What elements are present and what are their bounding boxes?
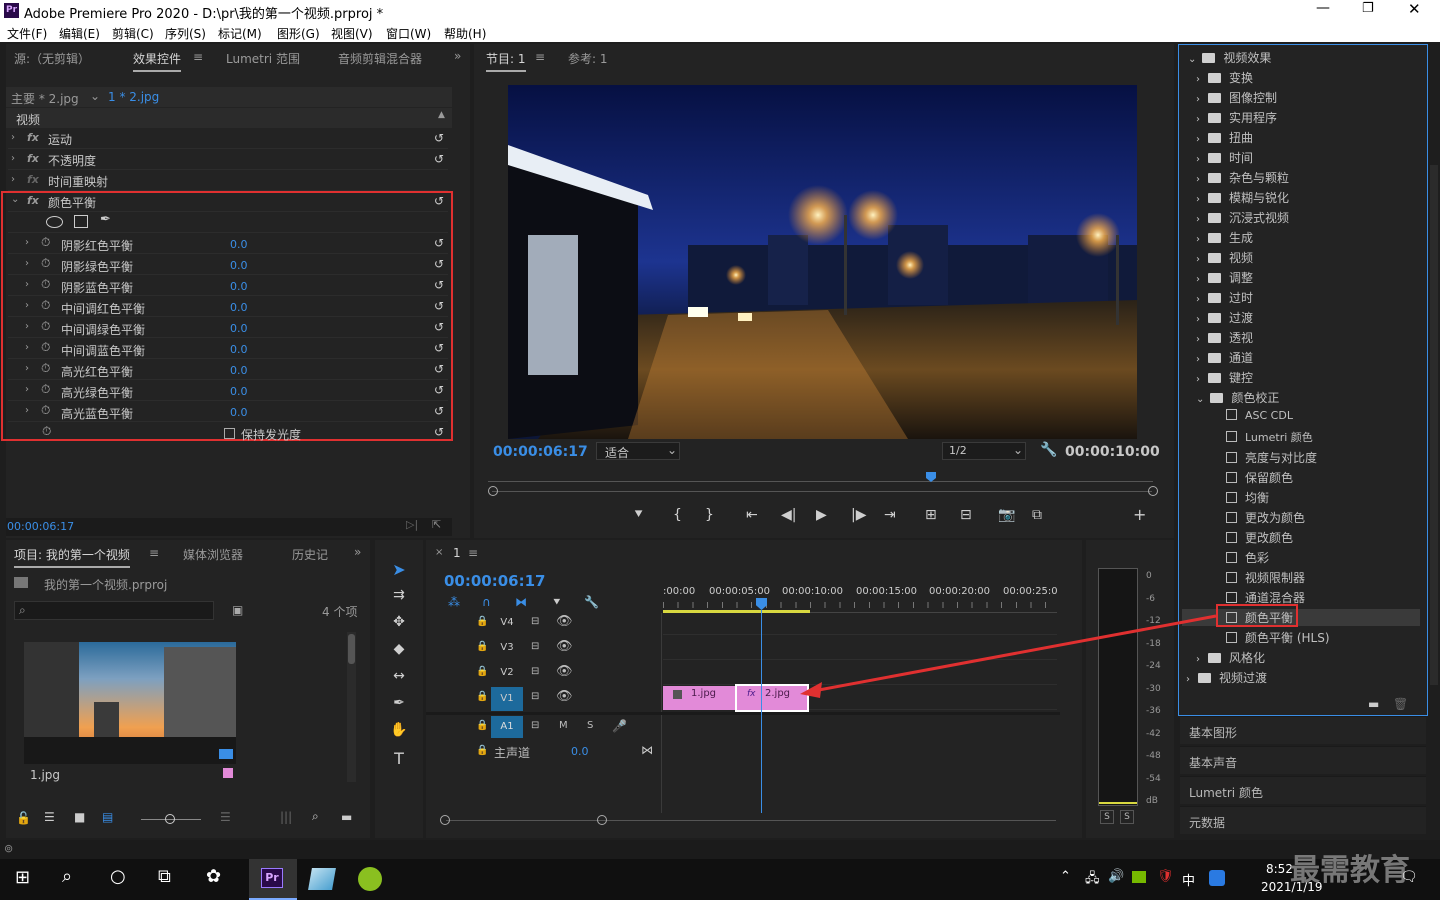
premiere-taskbar-icon[interactable]: Pr bbox=[249, 859, 297, 900]
photo-app-icon[interactable] bbox=[308, 868, 336, 890]
windows-start-icon[interactable]: ⊞ bbox=[15, 867, 30, 888]
premiere-icon: Pr bbox=[261, 868, 283, 888]
volume-icon[interactable]: 🔊 bbox=[1108, 869, 1124, 884]
green-app-icon[interactable] bbox=[358, 867, 382, 891]
ime-indicator[interactable]: 中 bbox=[1182, 870, 1195, 889]
status-bar: ⊚ bbox=[0, 840, 1440, 859]
clock-time: 8:52 bbox=[1266, 862, 1293, 876]
nvidia-icon[interactable] bbox=[1132, 871, 1146, 883]
tray-chevron-icon[interactable]: ⌃ bbox=[1060, 869, 1071, 884]
pinwheel-app-icon[interactable]: ✿ bbox=[206, 866, 221, 887]
task-view-icon[interactable]: ⧉ bbox=[158, 866, 171, 887]
network-icon[interactable]: 🖧 bbox=[1085, 869, 1100, 891]
annotation-arrow bbox=[800, 614, 1217, 698]
notification-icon[interactable]: 🗨 bbox=[1400, 869, 1418, 885]
qq-icon[interactable] bbox=[1209, 870, 1225, 886]
security-icon[interactable]: 🛡 bbox=[1157, 869, 1174, 884]
status-icon: ⊚ bbox=[4, 842, 14, 855]
search-icon[interactable]: ⌕ bbox=[62, 866, 72, 887]
taskbar: ⊞ ⌕ ○ ⧉ ✿ Pr ⌃ 🖧 🔊 🛡 中 8:52 2021/1/19 最需… bbox=[0, 853, 1440, 900]
watermark: 最需教育 bbox=[1290, 853, 1410, 888]
cortana-icon[interactable]: ○ bbox=[110, 866, 126, 887]
